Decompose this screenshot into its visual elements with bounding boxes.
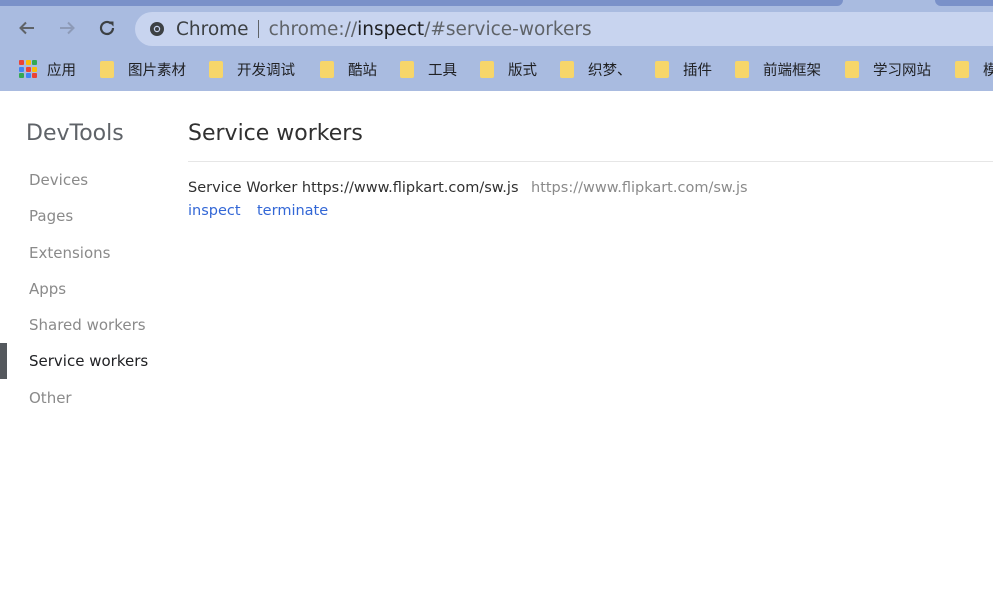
bookmark-label: 应用 bbox=[47, 62, 76, 79]
worker-url: https://www.flipkart.com/sw.js bbox=[531, 180, 748, 196]
folder-icon bbox=[320, 60, 334, 78]
bookmark-folder[interactable]: 前端框架 bbox=[735, 54, 821, 84]
folder-icon bbox=[480, 60, 494, 78]
folder-icon bbox=[400, 60, 414, 78]
url-text[interactable]: chrome://inspect/#service-workers bbox=[269, 19, 592, 40]
sidebar-item-extensions[interactable]: Extensions bbox=[29, 244, 110, 262]
sidebar-title: DevTools bbox=[26, 121, 124, 146]
bookmark-label: 版式 bbox=[508, 62, 537, 79]
new-tab-edge[interactable] bbox=[935, 0, 993, 6]
bookmark-folder[interactable]: 版式 bbox=[480, 54, 537, 84]
apps-grid-icon bbox=[19, 60, 37, 78]
sidebar-item-devices[interactable]: Devices bbox=[29, 171, 88, 189]
browser-toolbar: Chrome chrome://inspect/#service-workers… bbox=[0, 0, 993, 91]
bookmark-label: 酷站 bbox=[348, 62, 377, 79]
bookmark-folder[interactable]: 图片素材 bbox=[100, 54, 186, 84]
folder-icon bbox=[735, 60, 749, 78]
sidebar-item-pages[interactable]: Pages bbox=[29, 207, 73, 225]
bookmark-folder[interactable]: 学习网站 bbox=[845, 54, 931, 84]
folder-icon bbox=[560, 60, 574, 78]
bookmark-label: 工具 bbox=[428, 62, 457, 79]
reload-button[interactable] bbox=[91, 12, 123, 44]
bookmark-label: 开发调试 bbox=[237, 62, 295, 79]
arrow-left-icon bbox=[19, 21, 34, 35]
url-prefix: chrome:// bbox=[268, 18, 358, 40]
bookmark-folder[interactable]: 织梦、 bbox=[560, 54, 632, 84]
bookmark-folder[interactable]: 模 bbox=[955, 54, 993, 84]
bookmark-apps[interactable]: 应用 bbox=[19, 54, 76, 84]
bookmark-folder[interactable]: 开发调试 bbox=[209, 54, 295, 84]
site-chip[interactable]: Chrome bbox=[176, 19, 249, 40]
url-host: inspect bbox=[357, 18, 425, 40]
sidebar-item-apps[interactable]: Apps bbox=[29, 280, 66, 298]
folder-icon bbox=[209, 60, 223, 78]
tab-strip bbox=[0, 0, 993, 6]
bookmark-label: 插件 bbox=[683, 62, 712, 79]
url-path: /#service-workers bbox=[424, 18, 592, 40]
bookmark-folder[interactable]: 酷站 bbox=[320, 54, 377, 84]
selection-indicator bbox=[0, 343, 7, 379]
folder-icon bbox=[100, 60, 114, 78]
folder-icon bbox=[955, 60, 969, 78]
back-button[interactable] bbox=[11, 12, 43, 44]
bookmark-label: 织梦、 bbox=[588, 62, 632, 79]
folder-icon bbox=[845, 60, 859, 78]
inspect-link[interactable]: inspect bbox=[188, 203, 241, 219]
page-title: Service workers bbox=[188, 121, 363, 146]
sidebar-item-shared-workers[interactable]: Shared workers bbox=[29, 316, 146, 334]
chrome-site-icon[interactable] bbox=[148, 20, 166, 38]
title-divider bbox=[188, 161, 993, 162]
sidebar-item-service-workers[interactable]: Service workers bbox=[29, 352, 148, 370]
forward-button[interactable] bbox=[51, 12, 83, 44]
folder-icon bbox=[655, 60, 669, 78]
active-tab-edge[interactable] bbox=[0, 0, 843, 6]
bookmarks-bar: 应用 图片素材 开发调试 酷站 工具 版式 织梦、 插件 前端框架 学习网站 模 bbox=[0, 54, 993, 84]
address-bar[interactable]: Chrome chrome://inspect/#service-workers bbox=[135, 12, 993, 46]
arrow-right-icon bbox=[60, 21, 75, 35]
worker-name: Service Worker https://www.flipkart.com/… bbox=[188, 180, 519, 196]
reload-icon bbox=[99, 20, 115, 36]
terminate-link[interactable]: terminate bbox=[257, 203, 328, 219]
bookmark-label: 模 bbox=[983, 62, 993, 79]
omnibox-divider bbox=[257, 20, 259, 38]
bookmark-label: 学习网站 bbox=[873, 62, 931, 79]
bookmark-folder[interactable]: 插件 bbox=[655, 54, 712, 84]
bookmark-label: 图片素材 bbox=[128, 62, 186, 79]
bookmark-label: 前端框架 bbox=[763, 62, 821, 79]
sidebar-item-other[interactable]: Other bbox=[29, 389, 72, 407]
bookmark-folder[interactable]: 工具 bbox=[400, 54, 457, 84]
